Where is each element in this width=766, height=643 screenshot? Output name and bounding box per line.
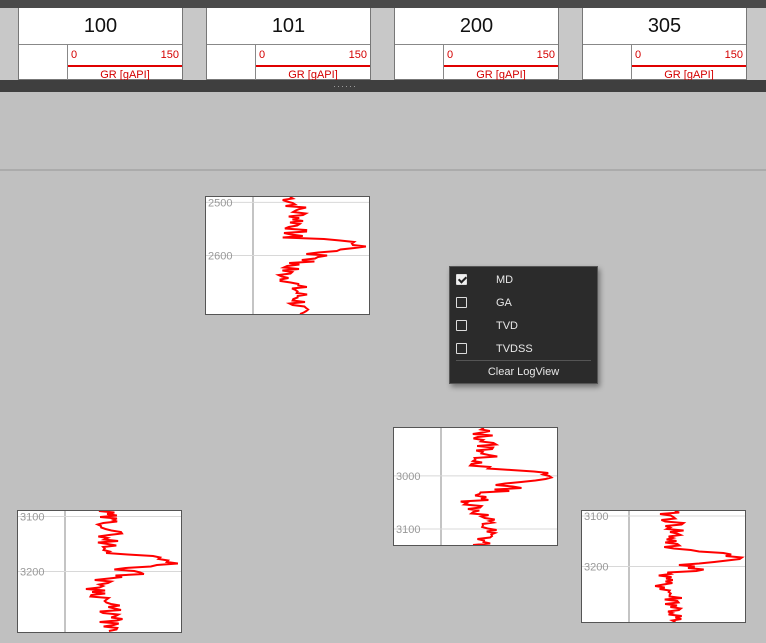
well-header-101[interactable]: 101 0 150 GR [gAPI] <box>206 8 371 81</box>
scale-max: 150 <box>724 49 743 61</box>
well-header-100[interactable]: 100 0 150 GR [gAPI] <box>18 8 183 81</box>
scale-max: 150 <box>160 49 179 61</box>
gr-track-header[interactable]: 0 150 GR [gAPI] <box>443 45 558 81</box>
scale-min: 0 <box>259 49 266 61</box>
log-panel-101[interactable]: 2500 2600 <box>205 196 370 315</box>
top-toolbar-strip <box>0 0 766 8</box>
gr-track-header[interactable]: 0 150 GR [gAPI] <box>67 45 182 81</box>
log-panel-200[interactable]: 3000 3100 <box>393 427 558 546</box>
depth-label: 3100 <box>584 511 608 523</box>
menu-item-md[interactable]: MD <box>450 269 597 291</box>
checkbox-icon[interactable] <box>456 297 467 308</box>
menu-item-tvdss[interactable]: TVDSS <box>450 338 597 360</box>
depth-label: 3000 <box>396 471 420 483</box>
well-name: 305 <box>583 8 746 45</box>
gr-log-plot: 2500 2600 <box>206 197 369 314</box>
menu-item-label: MD <box>496 274 514 286</box>
menu-item-label: TVDSS <box>496 343 533 355</box>
depth-label: 3100 <box>396 524 420 536</box>
scale-max: 150 <box>536 49 555 61</box>
depth-context-menu: MD GA TVD TVDSS Clear LogView <box>449 266 598 384</box>
scale-min: 0 <box>447 49 454 61</box>
depth-label: 3100 <box>20 512 44 524</box>
depth-label: 3200 <box>584 562 608 574</box>
depth-label: 2600 <box>208 251 232 263</box>
menu-item-label: TVD <box>496 320 518 332</box>
pane-splitter[interactable]: ······ <box>0 80 766 92</box>
scale-line <box>68 65 182 67</box>
well-name: 200 <box>395 8 558 45</box>
clear-logview-menu-item[interactable]: Clear LogView <box>450 366 597 378</box>
checkbox-checked-icon[interactable] <box>456 274 467 285</box>
well-name: 101 <box>207 8 370 45</box>
scale-max: 150 <box>348 49 367 61</box>
gr-track-header[interactable]: 0 150 GR [gAPI] <box>631 45 746 81</box>
well-header-200[interactable]: 200 0 150 GR [gAPI] <box>394 8 559 81</box>
gr-curve <box>460 428 554 545</box>
menu-item-label: GA <box>496 297 512 309</box>
log-panel-100[interactable]: 3100 3200 <box>17 510 182 633</box>
menu-separator <box>456 360 591 361</box>
log-panel-305[interactable]: 3100 3200 <box>581 510 746 623</box>
gr-log-plot: 3000 3100 <box>394 428 557 545</box>
scale-min: 0 <box>71 49 78 61</box>
depth-label: 2500 <box>208 197 232 209</box>
splitter-grip-icon[interactable]: ······ <box>333 82 357 91</box>
section-divider <box>0 169 766 171</box>
scale-line <box>256 65 370 67</box>
scale-line <box>444 65 558 67</box>
checkbox-icon[interactable] <box>456 320 467 331</box>
depth-label: 3200 <box>20 567 44 579</box>
scale-line <box>632 65 746 67</box>
menu-item-ga[interactable]: GA <box>450 292 597 314</box>
well-header-305[interactable]: 305 0 150 GR [gAPI] <box>582 8 747 81</box>
checkbox-icon[interactable] <box>456 343 467 354</box>
menu-item-tvd[interactable]: TVD <box>450 315 597 337</box>
well-name: 100 <box>19 8 182 45</box>
gr-log-plot: 3100 3200 <box>582 511 745 622</box>
scale-min: 0 <box>635 49 642 61</box>
gr-log-plot: 3100 3200 <box>18 511 181 632</box>
gr-track-header[interactable]: 0 150 GR [gAPI] <box>255 45 370 81</box>
